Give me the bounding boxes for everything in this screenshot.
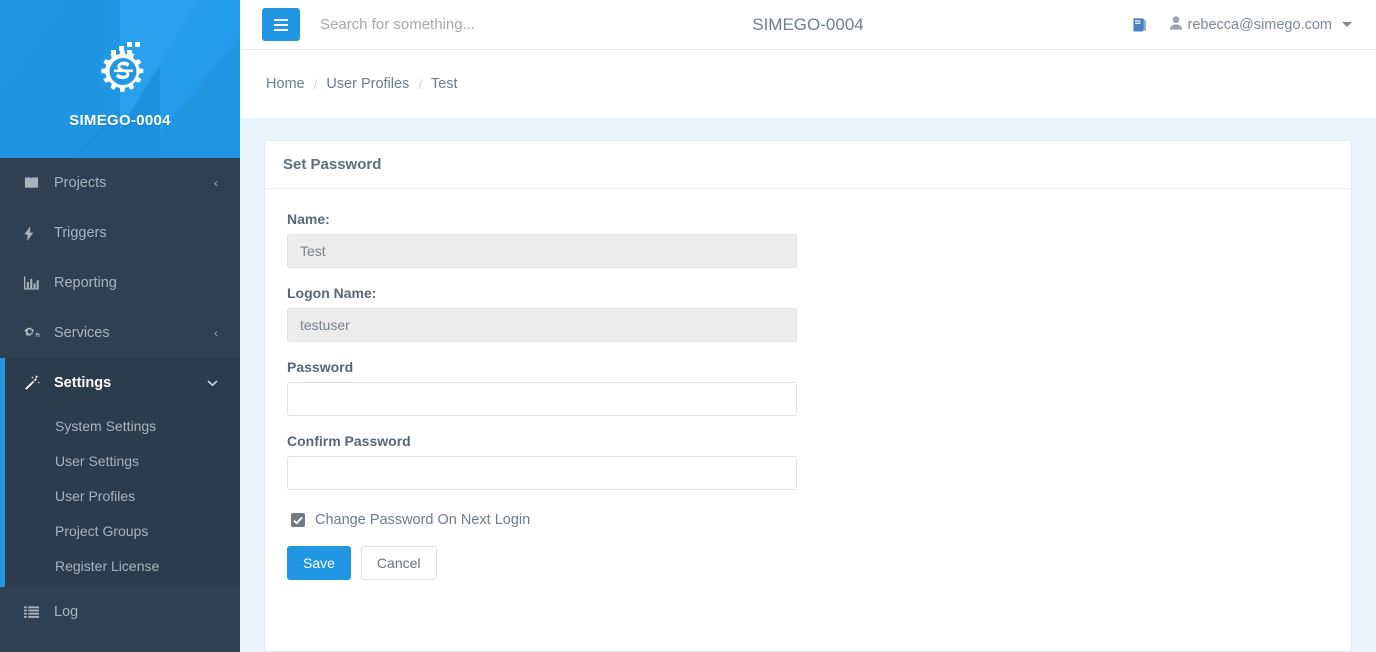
sidebar-logo-label: SIMEGO-0004: [69, 111, 171, 129]
logon-name-field: [287, 308, 797, 342]
sidebar-subitem-label: Project Groups: [55, 522, 149, 539]
sidebar-subitem-label: System Settings: [55, 417, 157, 434]
sidebar-nav: Projects ‹ Triggers Reporting Services ‹…: [0, 158, 240, 637]
confirm-password-field[interactable]: [287, 456, 797, 490]
sidebar-group-log: Log: [0, 587, 240, 637]
sidebar-item-settings[interactable]: Settings: [5, 358, 240, 408]
sidebar-item-projects[interactable]: Projects ‹: [0, 158, 240, 208]
confirm-password-label: Confirm Password: [287, 433, 411, 449]
settings-submenu: System Settings User Settings User Profi…: [5, 408, 240, 587]
field-group-logon-name: Logon Name:: [287, 285, 1329, 342]
sidebar-group-settings: Settings System Settings User Settings U…: [0, 358, 240, 587]
sidebar-group-projects: Projects ‹: [0, 158, 240, 208]
breadcrumb-separator: /: [418, 76, 422, 92]
main-region: SIMEGO-0004: [240, 0, 1376, 652]
sidebar-group-reporting: Reporting: [0, 258, 240, 308]
sidebar-item-label: Log: [54, 604, 79, 620]
app-root: SIMEGO-0004 Projects ‹ Triggers Reportin…: [0, 0, 1376, 652]
name-label: Name:: [287, 211, 330, 227]
field-group-password: Password: [287, 359, 1329, 416]
chevron-down-icon: [1342, 22, 1352, 27]
sidebar-subitem-label: User Settings: [55, 452, 140, 469]
field-group-name: Name:: [287, 211, 1329, 268]
change-password-checkbox[interactable]: [291, 513, 305, 527]
user-email-label: rebecca@simego.com: [1187, 16, 1332, 33]
sidebar-item-user-settings[interactable]: User Settings: [5, 443, 240, 478]
sidebar-item-user-profiles[interactable]: User Profiles: [5, 478, 240, 513]
gear-s-logo-icon: [69, 30, 171, 104]
sidebar-subitem-label: Register License: [55, 557, 160, 574]
form-actions: Save Cancel: [287, 546, 1329, 580]
breadcrumb: Home / User Profiles / Test: [240, 50, 1376, 118]
panel-title: Set Password: [265, 141, 1351, 189]
sidebar-item-label: Triggers: [54, 225, 107, 241]
sidebar-item-log[interactable]: Log: [0, 587, 240, 637]
bar-chart-icon: [24, 276, 48, 290]
sidebar-subitem-label: User Profiles: [55, 487, 136, 504]
content-area: Set Password Name: Logon Name: Password: [240, 118, 1376, 652]
chevron-left-icon: ‹: [214, 176, 218, 190]
sidebar: SIMEGO-0004 Projects ‹ Triggers Reportin…: [0, 0, 240, 652]
docs-book-icon[interactable]: [1131, 17, 1148, 33]
book-icon: [24, 176, 48, 190]
save-button[interactable]: Save: [287, 546, 351, 580]
breadcrumb-item-home[interactable]: Home: [266, 76, 305, 92]
sidebar-group-services: Services ‹: [0, 308, 240, 358]
sidebar-item-label: Services: [54, 325, 110, 341]
sidebar-item-reporting[interactable]: Reporting: [0, 258, 240, 308]
sidebar-item-services[interactable]: Services ‹: [0, 308, 240, 358]
sidebar-item-register-license[interactable]: Register License: [5, 548, 240, 583]
bolt-icon: [24, 225, 48, 241]
breadcrumb-item-user-profiles[interactable]: User Profiles: [326, 76, 409, 92]
gears-icon: [24, 326, 48, 340]
cancel-button[interactable]: Cancel: [360, 546, 437, 580]
user-avatar-icon: [1169, 15, 1182, 34]
sidebar-item-label: Reporting: [54, 275, 117, 291]
change-password-checkbox-label[interactable]: Change Password On Next Login: [315, 512, 530, 528]
chevron-down-icon: [207, 377, 218, 389]
search-input[interactable]: [320, 16, 650, 33]
magic-wand-icon: [24, 375, 48, 391]
sidebar-logo[interactable]: SIMEGO-0004: [0, 0, 240, 158]
list-icon: [24, 606, 48, 618]
chevron-left-icon: ‹: [214, 326, 218, 340]
sidebar-item-label: Projects: [54, 175, 107, 191]
top-bar-actions: rebecca@simego.com: [1131, 15, 1352, 34]
field-group-confirm-password: Confirm Password: [287, 433, 1329, 490]
sidebar-item-system-settings[interactable]: System Settings: [5, 408, 240, 443]
top-bar: SIMEGO-0004: [240, 0, 1376, 50]
user-menu[interactable]: rebecca@simego.com: [1169, 15, 1352, 34]
set-password-panel: Set Password Name: Logon Name: Password: [264, 140, 1352, 652]
menu-toggle-button[interactable]: [262, 8, 300, 41]
sidebar-group-triggers: Triggers: [0, 208, 240, 258]
breadcrumb-item-current: Test: [430, 76, 458, 92]
change-password-checkbox-row: Change Password On Next Login: [291, 512, 1329, 528]
sidebar-item-triggers[interactable]: Triggers: [0, 208, 240, 258]
sidebar-item-project-groups[interactable]: Project Groups: [5, 513, 240, 548]
breadcrumb-separator: /: [313, 76, 318, 92]
sidebar-item-label: Settings: [54, 375, 112, 391]
name-field: [287, 234, 797, 268]
password-label: Password: [287, 359, 354, 375]
panel-body: Name: Logon Name: Password Confirm Passw…: [265, 189, 1351, 580]
password-field[interactable]: [287, 382, 797, 416]
logon-name-label: Logon Name:: [287, 285, 377, 301]
hamburger-icon: [274, 16, 288, 34]
